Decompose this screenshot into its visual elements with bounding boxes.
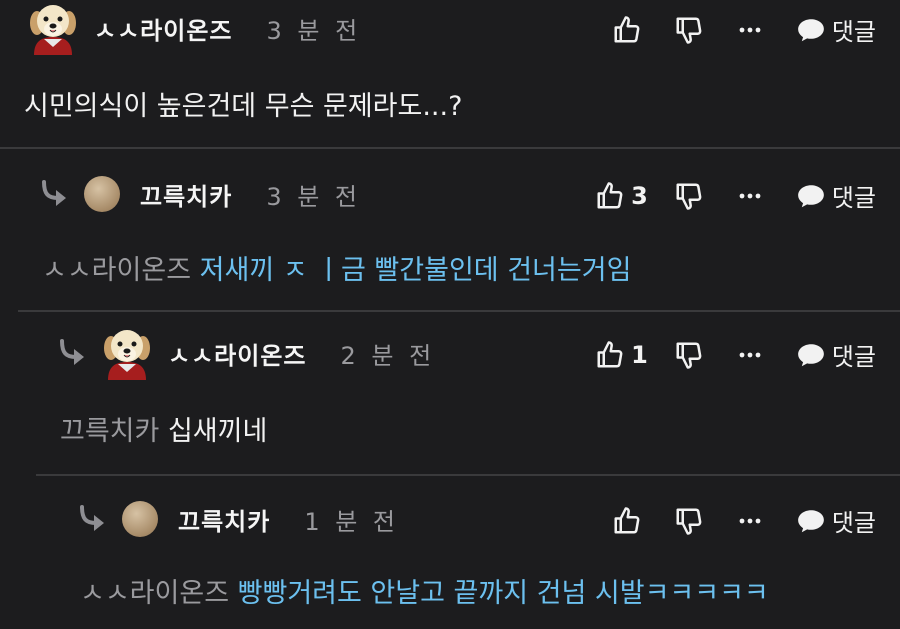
like-button[interactable]: 1	[595, 340, 648, 370]
mention-link[interactable]: ㅅㅅ라이온즈	[80, 578, 229, 609]
speech-bubble-icon	[796, 183, 826, 209]
reply-label: 댓글	[831, 343, 876, 371]
comment-actions: 1 댓글	[595, 337, 876, 372]
username[interactable]: ㅅㅅ라이온즈	[168, 336, 306, 371]
comment-1: ㅅㅅ라이온즈 3 분 전 댓글 시민의식이 높은건데 무슨 문제라도...?	[0, 0, 900, 148]
comment-text: 십새끼네	[167, 416, 268, 447]
thumb-up-icon	[612, 506, 642, 536]
dislike-button[interactable]	[674, 506, 704, 536]
reply-button[interactable]: 댓글	[796, 503, 876, 538]
comment-text: 빵빵거려도 안날고 끝까지 건넘 시발ㅋㅋㅋㅋㅋ	[237, 578, 769, 609]
speech-bubble-icon	[796, 17, 826, 43]
thumb-up-icon	[595, 340, 625, 370]
dislike-button[interactable]	[674, 340, 704, 370]
reply-arrow-icon	[78, 505, 112, 533]
dislike-button[interactable]	[674, 15, 704, 45]
mention-link[interactable]: ㅅㅅ라이온즈	[42, 255, 191, 286]
like-button[interactable]	[612, 15, 642, 45]
more-button[interactable]	[738, 509, 762, 533]
reply-label: 댓글	[831, 184, 876, 212]
more-button[interactable]	[738, 184, 762, 208]
speech-bubble-icon	[796, 508, 826, 534]
thumb-down-icon	[674, 181, 704, 211]
more-dots-icon	[738, 18, 762, 42]
more-dots-icon	[738, 509, 762, 533]
timestamp: 1 분 전	[304, 507, 400, 536]
thumb-down-icon	[674, 340, 704, 370]
thumb-down-icon	[674, 15, 704, 45]
like-button[interactable]	[612, 506, 642, 536]
comment-actions: 댓글	[612, 503, 876, 538]
comment-2: 끄륵치카 3 분 전 3 댓글 ㅅㅅ라이온즈 저새끼 ㅈ ㅣ금 빨간불인데 건너…	[0, 148, 900, 311]
thumb-up-icon	[612, 15, 642, 45]
reply-button[interactable]: 댓글	[796, 12, 876, 47]
username[interactable]: ㅅㅅ라이온즈	[94, 11, 232, 46]
puppy-avatar[interactable]	[100, 326, 154, 380]
timestamp: 3 분 전	[266, 16, 362, 45]
timestamp: 3 분 전	[266, 182, 362, 211]
puppy-avatar[interactable]	[26, 1, 80, 55]
reply-label: 댓글	[831, 509, 876, 537]
reply-label: 댓글	[831, 18, 876, 46]
reply-button[interactable]: 댓글	[796, 178, 876, 213]
comment-actions: 3 댓글	[595, 178, 876, 213]
like-count: 3	[631, 181, 648, 210]
comment-actions: 댓글	[612, 12, 876, 47]
comment-3: ㅅㅅ라이온즈 2 분 전 1 댓글 끄륵치카 십새끼네	[0, 311, 900, 475]
speech-bubble-icon	[796, 342, 826, 368]
username[interactable]: 끄륵치카	[178, 502, 270, 537]
reply-button[interactable]: 댓글	[796, 337, 876, 372]
thumb-up-icon	[595, 181, 625, 211]
more-dots-icon	[738, 343, 762, 367]
beige-dot-avatar[interactable]	[122, 501, 158, 537]
like-count: 1	[631, 340, 648, 369]
reply-arrow-icon	[40, 180, 74, 208]
mention-link[interactable]: 끄륵치카	[60, 416, 159, 447]
comment-body: 끄륵치카 십새끼네	[60, 409, 267, 448]
more-button[interactable]	[738, 343, 762, 367]
reply-arrow-icon	[58, 339, 92, 367]
comment-text: 시민의식이 높은건데 무슨 문제라도...?	[24, 91, 463, 122]
thumb-down-icon	[674, 506, 704, 536]
comment-body: ㅅㅅ라이온즈 저새끼 ㅈ ㅣ금 빨간불인데 건너는거임	[42, 248, 631, 287]
comment-body: ㅅㅅ라이온즈 빵빵거려도 안날고 끝까지 건넘 시발ㅋㅋㅋㅋㅋ	[80, 571, 769, 610]
dislike-button[interactable]	[674, 181, 704, 211]
username[interactable]: 끄륵치카	[140, 177, 232, 212]
beige-dot-avatar[interactable]	[84, 176, 120, 212]
timestamp: 2 분 전	[340, 341, 436, 370]
more-button[interactable]	[738, 18, 762, 42]
like-button[interactable]: 3	[595, 181, 648, 211]
comment-text: 저새끼 ㅈ ㅣ금 빨간불인데 건너는거임	[199, 255, 632, 286]
comment-4: 끄륵치카 1 분 전 댓글 ㅅㅅ라이온즈 빵빵거려도 안날고 끝까지 건넘 시발…	[0, 475, 900, 629]
more-dots-icon	[738, 184, 762, 208]
comment-thread: ㅅㅅ라이온즈 3 분 전 댓글 시민의식이 높은건데 무슨 문제라도...? 끄…	[0, 0, 900, 629]
